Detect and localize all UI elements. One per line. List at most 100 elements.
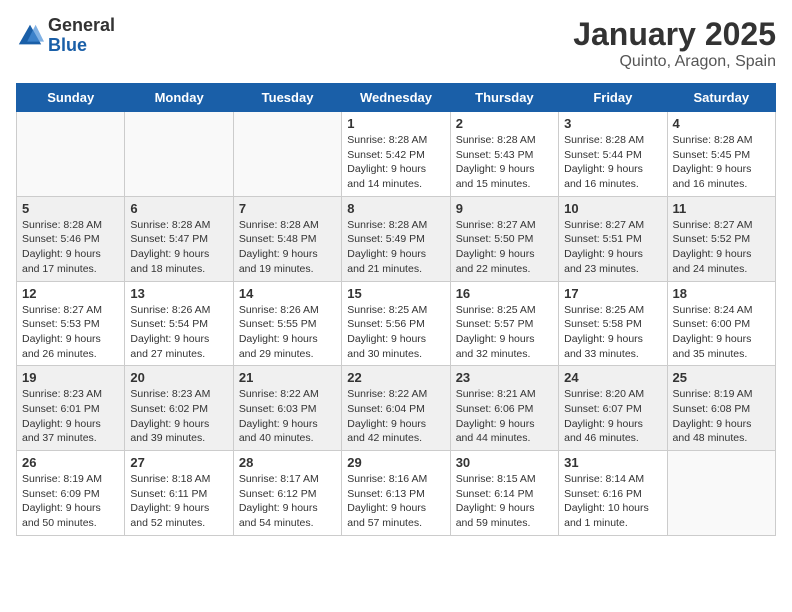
cell-content: Sunrise: 8:27 AM Sunset: 5:53 PM Dayligh… xyxy=(22,303,119,362)
cell-content: Sunrise: 8:28 AM Sunset: 5:45 PM Dayligh… xyxy=(673,133,770,192)
calendar-week-row: 26 Sunrise: 8:19 AM Sunset: 6:09 PM Dayli… xyxy=(17,451,776,536)
logo-text: General Blue xyxy=(48,16,115,56)
calendar-cell: 3 Sunrise: 8:28 AM Sunset: 5:44 PM Daylig… xyxy=(559,112,667,197)
day-number: 12 xyxy=(22,286,119,301)
logo: General Blue xyxy=(16,16,115,56)
cell-content: Sunrise: 8:28 AM Sunset: 5:43 PM Dayligh… xyxy=(456,133,553,192)
cell-content: Sunrise: 8:15 AM Sunset: 6:14 PM Dayligh… xyxy=(456,472,553,531)
day-number: 25 xyxy=(673,370,770,385)
day-number: 26 xyxy=(22,455,119,470)
day-number: 28 xyxy=(239,455,336,470)
title-block: January 2025 Quinto, Aragon, Spain xyxy=(573,16,776,71)
cell-content: Sunrise: 8:19 AM Sunset: 6:08 PM Dayligh… xyxy=(673,387,770,446)
day-number: 2 xyxy=(456,116,553,131)
day-number: 17 xyxy=(564,286,661,301)
calendar-cell: 12 Sunrise: 8:27 AM Sunset: 5:53 PM Dayli… xyxy=(17,281,125,366)
calendar: SundayMondayTuesdayWednesdayThursdayFrid… xyxy=(16,83,776,536)
cell-content: Sunrise: 8:24 AM Sunset: 6:00 PM Dayligh… xyxy=(673,303,770,362)
calendar-cell: 1 Sunrise: 8:28 AM Sunset: 5:42 PM Daylig… xyxy=(342,112,450,197)
calendar-cell: 20 Sunrise: 8:23 AM Sunset: 6:02 PM Dayli… xyxy=(125,366,233,451)
month-title: January 2025 xyxy=(573,16,776,53)
weekday-header: Wednesday xyxy=(342,84,450,112)
logo-icon xyxy=(16,22,44,50)
calendar-cell: 21 Sunrise: 8:22 AM Sunset: 6:03 PM Dayli… xyxy=(233,366,341,451)
cell-content: Sunrise: 8:28 AM Sunset: 5:44 PM Dayligh… xyxy=(564,133,661,192)
calendar-cell: 17 Sunrise: 8:25 AM Sunset: 5:58 PM Dayli… xyxy=(559,281,667,366)
cell-content: Sunrise: 8:23 AM Sunset: 6:01 PM Dayligh… xyxy=(22,387,119,446)
calendar-cell: 22Sunrise: 8:22 AM Sunset: 6:04 PM Dayli… xyxy=(342,366,450,451)
page-header: General Blue January 2025 Quinto, Aragon… xyxy=(16,16,776,71)
logo-general: General xyxy=(48,16,115,36)
cell-content: Sunrise: 8:16 AM Sunset: 6:13 PM Dayligh… xyxy=(347,472,444,531)
day-number: 23 xyxy=(456,370,553,385)
calendar-cell: 16 Sunrise: 8:25 AM Sunset: 5:57 PM Dayli… xyxy=(450,281,558,366)
weekday-header: Sunday xyxy=(17,84,125,112)
weekday-header: Friday xyxy=(559,84,667,112)
calendar-cell xyxy=(233,112,341,197)
cell-content: Sunrise: 8:27 AM Sunset: 5:52 PM Dayligh… xyxy=(673,218,770,277)
calendar-cell: 29 Sunrise: 8:16 AM Sunset: 6:13 PM Dayli… xyxy=(342,451,450,536)
calendar-cell: 23 Sunrise: 8:21 AM Sunset: 6:06 PM Dayli… xyxy=(450,366,558,451)
cell-content: Sunrise: 8:26 AM Sunset: 5:54 PM Dayligh… xyxy=(130,303,227,362)
calendar-cell: 6Sunrise: 8:28 AM Sunset: 5:47 PM Daylig… xyxy=(125,196,233,281)
day-number: 13 xyxy=(130,286,227,301)
cell-content: Sunrise: 8:22 AM Sunset: 6:03 PM Dayligh… xyxy=(239,387,336,446)
calendar-cell: 7Sunrise: 8:28 AM Sunset: 5:48 PM Daylig… xyxy=(233,196,341,281)
day-number: 16 xyxy=(456,286,553,301)
calendar-cell: 27Sunrise: 8:18 AM Sunset: 6:11 PM Dayli… xyxy=(125,451,233,536)
day-number: 21 xyxy=(239,370,336,385)
logo-blue: Blue xyxy=(48,36,115,56)
calendar-cell: 5 Sunrise: 8:28 AM Sunset: 5:46 PM Daylig… xyxy=(17,196,125,281)
day-number: 18 xyxy=(673,286,770,301)
day-number: 5 xyxy=(22,201,119,216)
day-number: 10 xyxy=(564,201,661,216)
cell-content: Sunrise: 8:28 AM Sunset: 5:47 PM Dayligh… xyxy=(130,218,227,277)
cell-content: Sunrise: 8:28 AM Sunset: 5:42 PM Dayligh… xyxy=(347,133,444,192)
day-number: 1 xyxy=(347,116,444,131)
day-number: 29 xyxy=(347,455,444,470)
weekday-header: Thursday xyxy=(450,84,558,112)
day-number: 11 xyxy=(673,201,770,216)
calendar-cell xyxy=(667,451,775,536)
cell-content: Sunrise: 8:17 AM Sunset: 6:12 PM Dayligh… xyxy=(239,472,336,531)
day-number: 15 xyxy=(347,286,444,301)
calendar-cell: 24 Sunrise: 8:20 AM Sunset: 6:07 PM Dayli… xyxy=(559,366,667,451)
calendar-week-row: 1 Sunrise: 8:28 AM Sunset: 5:42 PM Daylig… xyxy=(17,112,776,197)
calendar-cell: 26 Sunrise: 8:19 AM Sunset: 6:09 PM Dayli… xyxy=(17,451,125,536)
calendar-week-row: 5 Sunrise: 8:28 AM Sunset: 5:46 PM Daylig… xyxy=(17,196,776,281)
day-number: 20 xyxy=(130,370,227,385)
calendar-cell: 15 Sunrise: 8:25 AM Sunset: 5:56 PM Dayli… xyxy=(342,281,450,366)
day-number: 9 xyxy=(456,201,553,216)
cell-content: Sunrise: 8:28 AM Sunset: 5:48 PM Dayligh… xyxy=(239,218,336,277)
calendar-cell: 19 Sunrise: 8:23 AM Sunset: 6:01 PM Dayli… xyxy=(17,366,125,451)
day-number: 3 xyxy=(564,116,661,131)
day-number: 8 xyxy=(347,201,444,216)
day-number: 19 xyxy=(22,370,119,385)
calendar-cell: 30Sunrise: 8:15 AM Sunset: 6:14 PM Dayli… xyxy=(450,451,558,536)
calendar-cell: 18 Sunrise: 8:24 AM Sunset: 6:00 PM Dayli… xyxy=(667,281,775,366)
calendar-cell: 25 Sunrise: 8:19 AM Sunset: 6:08 PM Dayli… xyxy=(667,366,775,451)
calendar-cell: 31Sunrise: 8:14 AM Sunset: 6:16 PM Dayli… xyxy=(559,451,667,536)
cell-content: Sunrise: 8:23 AM Sunset: 6:02 PM Dayligh… xyxy=(130,387,227,446)
day-number: 24 xyxy=(564,370,661,385)
calendar-cell: 9Sunrise: 8:27 AM Sunset: 5:50 PM Daylig… xyxy=(450,196,558,281)
calendar-cell: 11 Sunrise: 8:27 AM Sunset: 5:52 PM Dayli… xyxy=(667,196,775,281)
calendar-cell: 14Sunrise: 8:26 AM Sunset: 5:55 PM Dayli… xyxy=(233,281,341,366)
cell-content: Sunrise: 8:27 AM Sunset: 5:51 PM Dayligh… xyxy=(564,218,661,277)
calendar-cell: 8Sunrise: 8:28 AM Sunset: 5:49 PM Daylig… xyxy=(342,196,450,281)
cell-content: Sunrise: 8:14 AM Sunset: 6:16 PM Dayligh… xyxy=(564,472,661,531)
calendar-cell: 28 Sunrise: 8:17 AM Sunset: 6:12 PM Dayli… xyxy=(233,451,341,536)
cell-content: Sunrise: 8:25 AM Sunset: 5:56 PM Dayligh… xyxy=(347,303,444,362)
calendar-week-row: 19 Sunrise: 8:23 AM Sunset: 6:01 PM Dayli… xyxy=(17,366,776,451)
cell-content: Sunrise: 8:28 AM Sunset: 5:46 PM Dayligh… xyxy=(22,218,119,277)
day-number: 22 xyxy=(347,370,444,385)
cell-content: Sunrise: 8:21 AM Sunset: 6:06 PM Dayligh… xyxy=(456,387,553,446)
cell-content: Sunrise: 8:20 AM Sunset: 6:07 PM Dayligh… xyxy=(564,387,661,446)
cell-content: Sunrise: 8:18 AM Sunset: 6:11 PM Dayligh… xyxy=(130,472,227,531)
weekday-header: Tuesday xyxy=(233,84,341,112)
calendar-cell xyxy=(17,112,125,197)
cell-content: Sunrise: 8:19 AM Sunset: 6:09 PM Dayligh… xyxy=(22,472,119,531)
calendar-cell: 10 Sunrise: 8:27 AM Sunset: 5:51 PM Dayli… xyxy=(559,196,667,281)
cell-content: Sunrise: 8:25 AM Sunset: 5:57 PM Dayligh… xyxy=(456,303,553,362)
cell-content: Sunrise: 8:25 AM Sunset: 5:58 PM Dayligh… xyxy=(564,303,661,362)
